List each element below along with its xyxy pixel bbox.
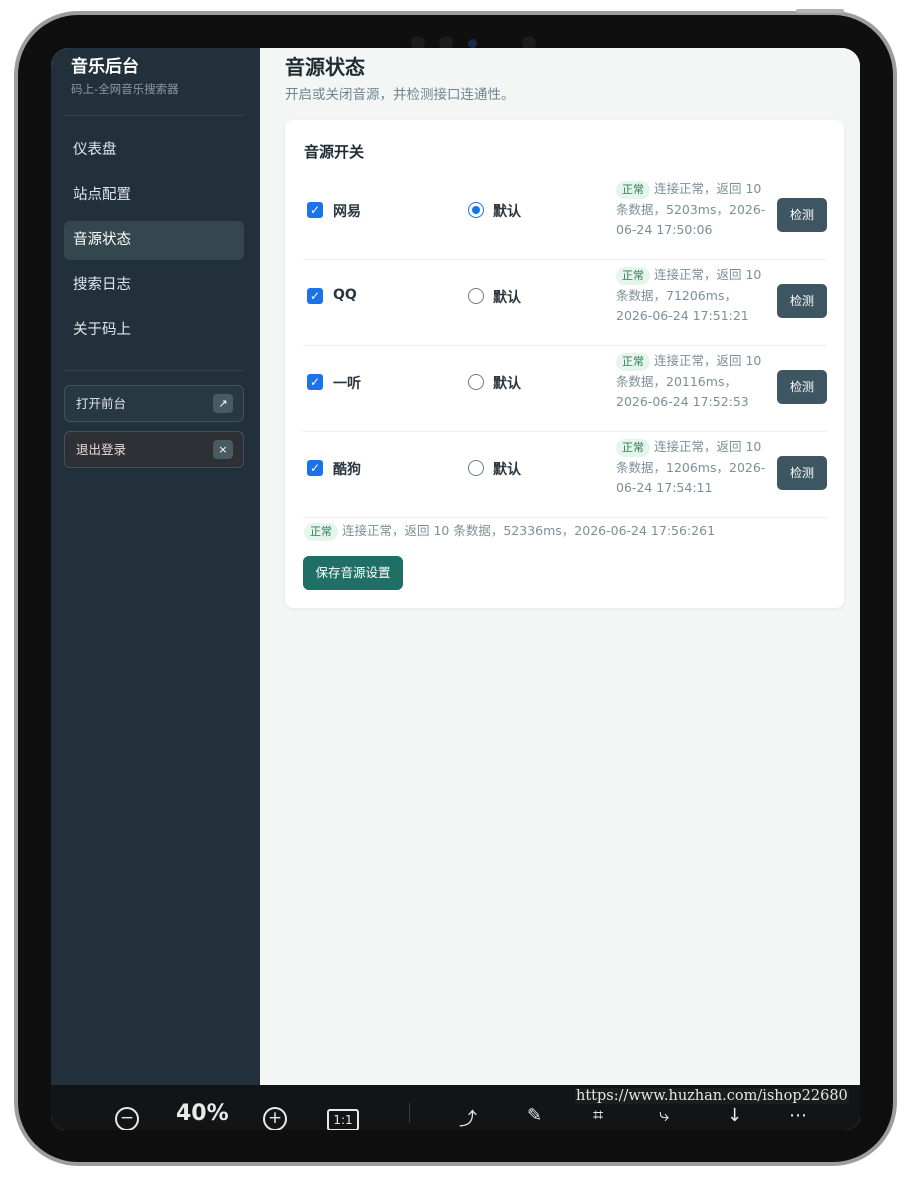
open-frontend-label: 打开前台 <box>76 396 127 411</box>
default-source-radio[interactable] <box>468 374 484 390</box>
default-radio-label: 默认 <box>493 376 521 392</box>
logout-button[interactable]: 退出登录 × <box>64 431 244 468</box>
source-row: ✓ 网易 默认 正常 连接正常，返回 10 条数据，5203ms，2026-06-… <box>303 174 827 260</box>
source-status: 正常 连接正常，返回 10 条数据，20116ms，2026-06-24 17:5… <box>616 351 766 413</box>
card-title: 音源开关 <box>304 143 365 161</box>
sidebar-divider <box>64 115 244 116</box>
default-radio-label: 默认 <box>493 290 521 306</box>
status-badge: 正常 <box>616 353 650 371</box>
watermark-url: https://www.huzhan.com/ishop22680 <box>575 1088 849 1104</box>
check-button[interactable]: 检测 <box>777 370 827 404</box>
rotate-icon[interactable]: ⤴ <box>459 1105 477 1130</box>
source-enabled-checkbox[interactable]: ✓ <box>307 202 323 218</box>
close-icon: × <box>213 440 233 459</box>
share-icon[interactable]: ⤷ <box>659 1105 669 1126</box>
status-badge: 正常 <box>616 181 650 199</box>
toolbar-divider <box>409 1103 410 1123</box>
source-name: QQ <box>333 287 357 303</box>
source-name: 酷狗 <box>333 462 361 478</box>
sidebar-item-about[interactable]: 关于码上 <box>64 311 244 350</box>
check-button[interactable]: 检测 <box>777 198 827 232</box>
status-badge: 正常 <box>616 439 650 457</box>
pen-icon[interactable]: ✎ <box>527 1105 542 1126</box>
actual-size-button[interactable]: 1:1 <box>327 1109 359 1130</box>
check-button[interactable]: 检测 <box>777 456 827 490</box>
default-source-radio[interactable] <box>468 288 484 304</box>
page-title: 音源状态 <box>285 55 365 79</box>
open-frontend-button[interactable]: 打开前台 ↗ <box>64 385 244 422</box>
sidebar-divider <box>64 370 244 371</box>
default-radio-label: 默认 <box>493 204 521 220</box>
brand-title: 音乐后台 <box>71 57 139 77</box>
source-name: 一听 <box>333 376 361 392</box>
download-icon[interactable]: ↓ <box>727 1105 742 1126</box>
check-button[interactable]: 检测 <box>777 284 827 318</box>
summary-text: 连接正常，返回 10 条数据，52336ms，2026-06-24 17:56:… <box>342 523 716 538</box>
default-radio-label: 默认 <box>493 462 521 478</box>
sidebar-item-search-logs[interactable]: 搜索日志 <box>64 266 244 305</box>
logout-label: 退出登录 <box>76 442 127 457</box>
source-name: 网易 <box>333 204 361 220</box>
text-recognition-icon[interactable]: ⌗ <box>593 1105 603 1126</box>
source-enabled-checkbox[interactable]: ✓ <box>307 460 323 476</box>
more-icon[interactable]: ⋯ <box>789 1105 807 1126</box>
external-link-icon: ↗ <box>213 394 233 413</box>
source-enabled-checkbox[interactable]: ✓ <box>307 374 323 390</box>
sidebar-item-source-status[interactable]: 音源状态 <box>64 221 244 260</box>
source-enabled-checkbox[interactable]: ✓ <box>307 288 323 304</box>
sidebar-item-site-config[interactable]: 站点配置 <box>64 176 244 215</box>
sidebar: 音乐后台 码上-全网音乐搜索器 仪表盘 站点配置 音源状态 搜索日志 关于码上 … <box>51 48 260 1085</box>
zoom-out-icon[interactable]: − <box>115 1107 139 1130</box>
page-description: 开启或关闭音源，并检测接口连通性。 <box>285 87 515 103</box>
main-content: 音源状态 开启或关闭音源，并检测接口连通性。 音源开关 ✓ 网易 默认 正常 连接… <box>260 48 860 1085</box>
zoom-level: 40% <box>176 1101 229 1126</box>
source-row: ✓ QQ 默认 正常 连接正常，返回 10 条数据，71206ms，2026-06… <box>303 260 827 346</box>
save-sources-button[interactable]: 保存音源设置 <box>303 556 403 590</box>
source-row: ✓ 酷狗 默认 正常 连接正常，返回 10 条数据，1206ms，2026-06-… <box>303 432 827 518</box>
screen: 音乐后台 码上-全网音乐搜索器 仪表盘 站点配置 音源状态 搜索日志 关于码上 … <box>51 48 860 1130</box>
brand-subtitle: 码上-全网音乐搜索器 <box>71 82 179 96</box>
status-badge: 正常 <box>304 523 338 541</box>
status-badge: 正常 <box>616 267 650 285</box>
source-row: ✓ 一听 默认 正常 连接正常，返回 10 条数据，20116ms，2026-06… <box>303 346 827 432</box>
camera-icon <box>468 39 477 48</box>
sidebar-item-dashboard[interactable]: 仪表盘 <box>64 131 244 170</box>
default-source-radio[interactable] <box>468 460 484 476</box>
summary-status: 正常 连接正常，返回 10 条数据，52336ms，2026-06-24 17:5… <box>304 520 715 541</box>
zoom-in-icon[interactable]: + <box>263 1107 287 1130</box>
source-switch-card: 音源开关 ✓ 网易 默认 正常 连接正常，返回 10 条数据，5203ms，202… <box>285 120 844 608</box>
device-side-button <box>796 9 844 13</box>
source-status: 正常 连接正常，返回 10 条数据，71206ms，2026-06-24 17:5… <box>616 265 766 327</box>
source-status: 正常 连接正常，返回 10 条数据，1206ms，2026-06-24 17:54… <box>616 437 766 499</box>
source-status: 正常 连接正常，返回 10 条数据，5203ms，2026-06-24 17:50… <box>616 179 766 241</box>
default-source-radio[interactable] <box>468 202 484 218</box>
